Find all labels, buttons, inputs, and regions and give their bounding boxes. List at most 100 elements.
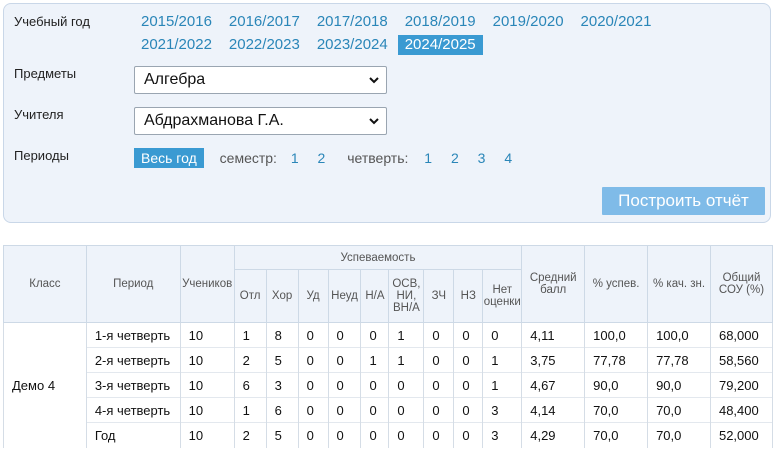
class-link[interactable]: Демо 4 [3, 322, 87, 448]
grade-cell: 2 [233, 347, 267, 373]
teacher-select-value: Абдрахманова Г.А. [144, 112, 284, 129]
header-grade: Хор [265, 269, 299, 323]
header-grade: Уд [297, 269, 329, 323]
grade-cell: 1 [388, 322, 425, 348]
grade-cell: 1 [482, 347, 523, 373]
grade-cell: 0 [453, 347, 484, 373]
header-sou: Общий СОУ (%) [709, 245, 774, 323]
grade-cell: 1 [233, 397, 267, 423]
grade-cell: 0 [327, 347, 362, 373]
grade-cell: 0 [423, 422, 455, 448]
pct-success-cell: 70,0 [584, 397, 649, 423]
grade-cell: 0 [327, 372, 362, 398]
grade-cell: 0 [423, 322, 455, 348]
period-selector: Весь год семестр: 1 2 четверть: 1 2 3 4 [134, 148, 512, 168]
header-grade: ОСВ, НИ, ВН/А [388, 269, 425, 323]
sou-cell: 79,200 [709, 372, 774, 398]
grade-cell: 0 [297, 322, 329, 348]
sou-cell: 48,400 [709, 397, 774, 423]
grade-cell: 0 [453, 322, 484, 348]
students-cell: 10 [179, 422, 235, 448]
pct-quality-cell: 70,0 [647, 422, 711, 448]
header-grade: НЗ [453, 269, 484, 323]
teacher-select[interactable]: Абдрахманова Г.А. [134, 107, 387, 135]
grade-cell: 0 [360, 397, 390, 423]
periods-label: Периоды [14, 148, 69, 163]
grade-cell: 0 [388, 397, 425, 423]
avg-cell: 4,11 [521, 322, 586, 348]
grade-cell: 0 [453, 422, 484, 448]
header-period: Период [85, 245, 181, 323]
grade-cell: 1 [482, 372, 523, 398]
grade-cell: 0 [360, 322, 390, 348]
build-report-button[interactable]: Построить отчёт [602, 187, 765, 215]
quarter-link[interactable]: 1 [424, 150, 432, 166]
year-option[interactable]: 2020/2021 [574, 12, 659, 32]
pct-quality-cell: 100,0 [647, 322, 711, 348]
grade-cell: 3 [482, 397, 523, 423]
pct-success-cell: 90,0 [584, 372, 649, 398]
students-cell: 10 [179, 397, 235, 423]
report-table: Класс Период Учеников Успеваемость Средн… [3, 245, 774, 448]
table-row: Демо 4 1-я четверть 10 1 8 0 0 0 1 0 0 0 4,11 100,0 10… [3, 322, 774, 448]
grade-cell: 0 [297, 422, 329, 448]
students-cell: 10 [179, 372, 235, 398]
grade-cell: 0 [327, 322, 362, 348]
grade-cell: 8 [265, 322, 299, 348]
grade-cell: 0 [482, 322, 523, 348]
grade-cell: 0 [453, 397, 484, 423]
year-option[interactable]: 2019/2020 [486, 12, 571, 32]
year-option[interactable]: 2015/2016 [134, 12, 219, 32]
grade-cell: 0 [423, 372, 455, 398]
avg-cell: 4,14 [521, 397, 586, 423]
year-option[interactable]: 2017/2018 [310, 12, 395, 32]
quarter-link[interactable]: 3 [478, 150, 486, 166]
table-row: 4-я четверть 10 1 6 0 0 0 0 0 0 3 4,14 70,0 70,0 48,40… [4, 397, 774, 423]
year-option-active[interactable]: 2024/2025 [397, 35, 483, 55]
report-body: Демо 4 1-я четверть 10 1 8 0 0 0 1 0 0 0 4,11 100,0 10… [3, 322, 774, 448]
semester-label: семестр: [219, 150, 277, 166]
table-row: Год 10 2 5 0 0 0 0 0 0 3 4,29 70,0 70,0 52,000 [4, 422, 774, 448]
year-option[interactable]: 2023/2024 [310, 35, 395, 55]
pct-quality-cell: 90,0 [647, 372, 711, 398]
period-cell: 4-я четверть [85, 397, 181, 423]
year-selector: 2015/2016 2016/2017 2017/2018 2018/2019 2019… [134, 12, 714, 58]
year-option[interactable]: 2021/2022 [134, 35, 219, 55]
grade-cell: 2 [233, 422, 267, 448]
semester-link[interactable]: 2 [318, 150, 326, 166]
grade-cell: 1 [360, 347, 390, 373]
header-performance: Успеваемость [233, 245, 523, 270]
grade-cell: 0 [327, 422, 362, 448]
grade-cell: 0 [453, 372, 484, 398]
whole-year-button[interactable]: Весь год [134, 148, 204, 168]
header-avg: Средний балл [521, 245, 586, 323]
subject-select-value: Алгебра [144, 71, 206, 88]
header-pct-success: % успев. [584, 245, 649, 323]
grade-cell: 0 [360, 422, 390, 448]
subject-select[interactable]: Алгебра [134, 66, 387, 94]
grade-cell: 3 [265, 372, 299, 398]
period-cell: 2-я четверть [85, 347, 181, 373]
grade-cell: 0 [297, 397, 329, 423]
header-grade: Отл [233, 269, 267, 323]
year-option[interactable]: 2018/2019 [398, 12, 483, 32]
grade-cell: 5 [265, 422, 299, 448]
year-option[interactable]: 2016/2017 [222, 12, 307, 32]
header-students: Учеников [179, 245, 235, 323]
header-grade: ЗЧ [423, 269, 455, 323]
table-row: 2-я четверть 10 2 5 0 0 1 1 0 0 1 3,75 77,78 77,78 58,… [4, 347, 774, 373]
grade-cell: 0 [423, 347, 455, 373]
grade-cell: 0 [297, 372, 329, 398]
semester-link[interactable]: 1 [291, 150, 299, 166]
grade-cell: 6 [233, 372, 267, 398]
year-option[interactable]: 2022/2023 [222, 35, 307, 55]
report-filter-panel: Учебный год 2015/2016 2016/2017 2017/2018 2… [3, 3, 771, 223]
quarter-link[interactable]: 4 [504, 150, 512, 166]
quarter-link[interactable]: 2 [451, 150, 459, 166]
grade-cell: 1 [233, 322, 267, 348]
header-pct-quality: % кач. зн. [647, 245, 711, 323]
grade-cell: 1 [388, 347, 425, 373]
header-grade: Неуд [327, 269, 362, 323]
pct-success-cell: 70,0 [584, 422, 649, 448]
sou-cell: 52,000 [709, 422, 774, 448]
